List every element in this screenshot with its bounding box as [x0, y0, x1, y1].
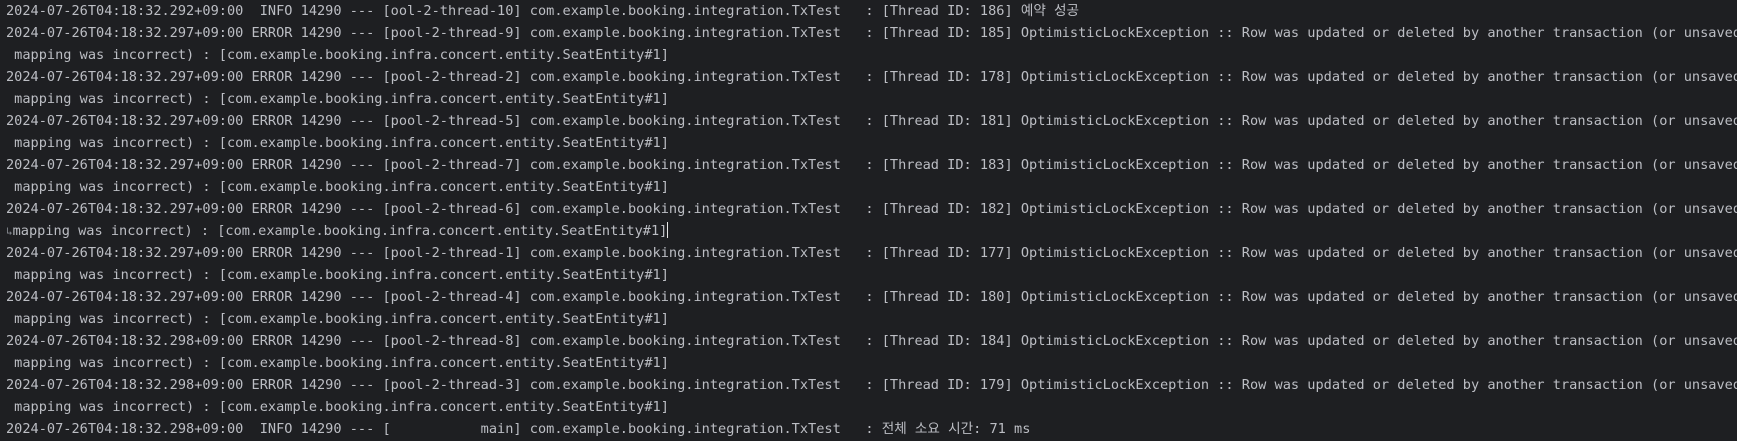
log-line: 2024-07-26T04:18:32.298+09:00 ERROR 1429… — [6, 377, 1737, 393]
log-line: 2024-07-26T04:18:32.298+09:00 INFO 14290… — [6, 421, 1031, 437]
log-line-continuation: ↳mapping was incorrect) : [com.example.b… — [0, 220, 1737, 242]
log-line-text: mapping was incorrect) : [com.example.bo… — [12, 223, 668, 239]
log-line: 2024-07-26T04:18:32.292+09:00 INFO 14290… — [6, 3, 1080, 19]
log-line: 2024-07-26T04:18:32.297+09:00 ERROR 1429… — [6, 289, 1737, 305]
log-line: 2024-07-26T04:18:32.297+09:00 ERROR 1429… — [6, 245, 1737, 261]
soft-wrap-continuation-icon: ↳ — [6, 225, 13, 238]
log-line-continuation: mapping was incorrect) : [com.example.bo… — [6, 47, 669, 63]
console-output-panel[interactable]: 2024-07-26T04:18:32.292+09:00 INFO 14290… — [0, 0, 1737, 441]
log-line-continuation: mapping was incorrect) : [com.example.bo… — [6, 91, 669, 107]
log-line-continuation: mapping was incorrect) : [com.example.bo… — [6, 355, 669, 371]
console-log[interactable]: 2024-07-26T04:18:32.292+09:00 INFO 14290… — [0, 0, 1737, 440]
log-line: 2024-07-26T04:18:32.297+09:00 ERROR 1429… — [6, 113, 1737, 129]
log-line-continuation: mapping was incorrect) : [com.example.bo… — [6, 399, 669, 415]
log-line: 2024-07-26T04:18:32.298+09:00 ERROR 1429… — [6, 333, 1737, 349]
log-line-text: 2024-07-26T04:18:32.297+09:00 ERROR 1429… — [6, 201, 1737, 217]
log-line-continuation: mapping was incorrect) : [com.example.bo… — [6, 267, 669, 283]
log-line: 2024-07-26T04:18:32.297+09:00 ERROR 1429… — [0, 198, 1737, 220]
log-line-continuation: mapping was incorrect) : [com.example.bo… — [6, 135, 669, 151]
log-line-continuation: mapping was incorrect) : [com.example.bo… — [6, 179, 669, 195]
log-line: 2024-07-26T04:18:32.297+09:00 ERROR 1429… — [6, 157, 1737, 173]
log-line: 2024-07-26T04:18:32.297+09:00 ERROR 1429… — [6, 25, 1737, 41]
text-cursor — [667, 222, 669, 238]
log-line: 2024-07-26T04:18:32.297+09:00 ERROR 1429… — [6, 69, 1737, 85]
log-line-continuation: mapping was incorrect) : [com.example.bo… — [6, 311, 669, 327]
